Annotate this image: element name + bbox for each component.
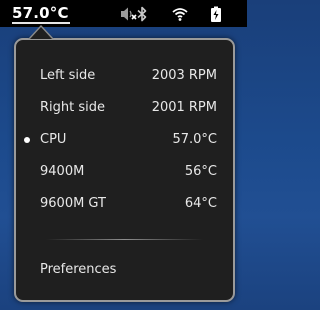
sensor-value: 2001 RPM — [151, 100, 217, 115]
bluetooth-icon[interactable] — [132, 4, 152, 24]
sensor-menu: Left side 2003 RPM Right side 2001 RPM C… — [14, 38, 235, 302]
sensor-value: 57.0°C — [172, 132, 217, 147]
sensor-label: Right side — [40, 100, 105, 115]
preferences-label: Preferences — [40, 262, 117, 277]
top-panel: 57.0°C — [0, 0, 247, 27]
sensor-item-9400m[interactable]: 9400M 56°C — [16, 161, 233, 185]
sensor-label: 9400M — [40, 164, 85, 179]
menu-pointer — [30, 27, 52, 39]
temperature-indicator[interactable]: 57.0°C — [12, 4, 69, 22]
selected-bullet-icon — [24, 137, 30, 143]
sensor-item-right-side[interactable]: Right side 2001 RPM — [16, 97, 233, 121]
sensor-label: Left side — [40, 68, 96, 83]
sensor-value: 64°C — [184, 196, 217, 211]
wifi-icon[interactable] — [170, 4, 190, 24]
sensor-label: 9600M GT — [40, 196, 106, 211]
sensor-item-cpu[interactable]: CPU 57.0°C — [16, 129, 233, 153]
sensor-label: CPU — [40, 132, 67, 147]
battery-icon[interactable] — [206, 4, 226, 24]
menu-separator — [46, 239, 203, 240]
sensor-value: 56°C — [184, 164, 217, 179]
preferences-menu-item[interactable]: Preferences — [16, 259, 233, 283]
active-indicator-underline — [12, 22, 70, 24]
sensor-item-9600m-gt[interactable]: 9600M GT 64°C — [16, 193, 233, 217]
sensor-item-left-side[interactable]: Left side 2003 RPM — [16, 65, 233, 89]
sensor-value: 2003 RPM — [151, 68, 217, 83]
